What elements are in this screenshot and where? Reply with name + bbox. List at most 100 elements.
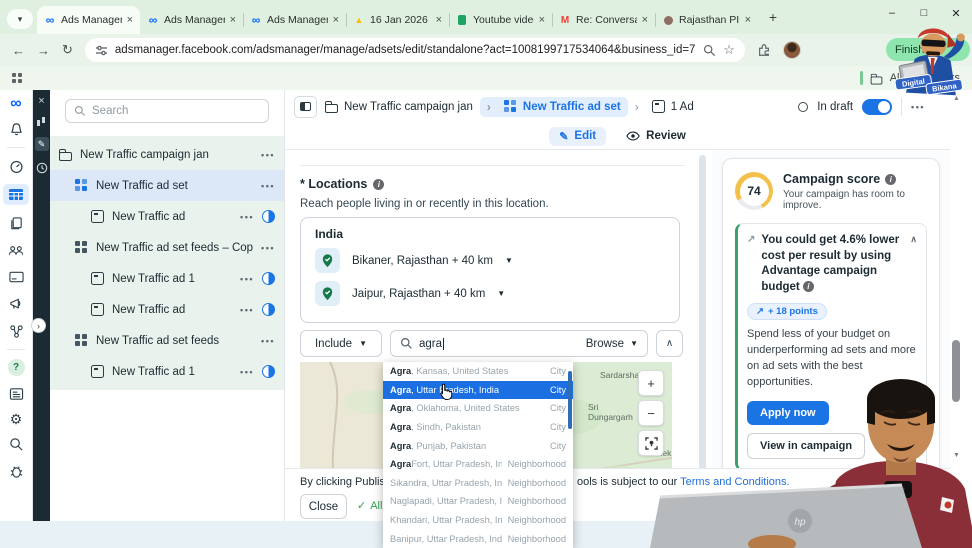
location-suggestion-item[interactable]: Agra , Uttar Pradesh, India City [383, 380, 573, 400]
pages-icon[interactable] [5, 214, 27, 232]
tree-row[interactable]: New Traffic ad [50, 201, 284, 232]
bookmark-star-icon[interactable]: ☆ [723, 42, 735, 58]
site-settings-icon[interactable] [95, 44, 108, 57]
tree-item-menu-icon[interactable] [240, 274, 254, 284]
tab-close-icon[interactable]: × [539, 14, 545, 26]
address-bar[interactable]: adsmanager.facebook.com/adsmanager/manag… [84, 38, 745, 62]
ads-megaphone-icon[interactable] [5, 295, 27, 313]
profile-avatar[interactable] [782, 41, 801, 59]
header-more-icon[interactable] [911, 102, 925, 112]
assets-nodes-icon[interactable] [5, 322, 27, 340]
toggle-sidebar-button[interactable] [294, 95, 317, 118]
search-rail-icon[interactable] [5, 435, 27, 453]
zoom-page-icon[interactable] [703, 44, 716, 57]
extensions-icon[interactable] [757, 43, 771, 57]
bug-report-icon[interactable] [5, 462, 27, 480]
tab-edit[interactable]: ✎ Edit [549, 126, 607, 146]
tree-item-menu-icon[interactable] [240, 305, 254, 315]
location-suggestion-item[interactable]: Agra , Punjab, Pakistan City [383, 436, 573, 455]
breadcrumb-item[interactable]: New Traffic ad set [479, 96, 628, 117]
refresh-icon[interactable]: ↻ [62, 42, 73, 58]
dropdown-scrollbar-thumb[interactable] [568, 371, 572, 429]
back-icon[interactable]: ← [12, 43, 25, 58]
forward-icon[interactable]: → [37, 43, 50, 58]
help-icon[interactable]: ? [7, 359, 25, 376]
tree-item-status-toggle-icon[interactable] [262, 272, 275, 285]
tab-search-chevron-icon[interactable]: ▾ [7, 9, 33, 29]
location-suggestion-item[interactable]: Naglapadi, Uttar Pradesh, India Neighbor… [383, 492, 573, 511]
tree-row[interactable]: New Traffic ad 1 [50, 356, 284, 387]
tab-close-icon[interactable]: × [333, 14, 339, 26]
location-suggestion-item[interactable]: Agra , Sindh, Pakistan City [383, 418, 573, 437]
location-suggestion-item[interactable]: Agra , Kansas, United States City [383, 362, 573, 381]
score-info-icon[interactable] [885, 173, 897, 185]
location-options-caret-icon[interactable]: ▼ [497, 289, 505, 298]
tree-item-menu-icon[interactable] [240, 212, 254, 222]
browser-tab[interactable]: 16 Jan 2026 - × [346, 6, 449, 34]
collapse-section-button[interactable]: ∧ [656, 330, 683, 357]
billing-card-icon[interactable] [5, 268, 27, 286]
browser-tab[interactable]: Ads Manager × [243, 6, 346, 34]
location-suggestion-item[interactable]: Sikandra, Uttar Pradesh, India Neighborh… [383, 474, 573, 493]
browser-tab[interactable]: Ads Manager × [37, 6, 140, 34]
meta-logo-icon[interactable]: ∞ [10, 96, 21, 112]
notifications-bell-icon[interactable] [5, 120, 27, 138]
audiences-people-icon[interactable] [5, 241, 27, 259]
tree-search-input[interactable]: Search [65, 99, 269, 123]
browser-tab[interactable]: Rajasthan PIN × [655, 6, 758, 34]
locations-info-icon[interactable] [373, 178, 385, 190]
browser-tab[interactable]: Ads Manager × [140, 6, 243, 34]
reporting-news-icon[interactable] [5, 385, 27, 403]
tree-item-status-toggle-icon[interactable] [262, 365, 275, 378]
browser-tab[interactable]: Re: Conversati × [552, 6, 655, 34]
edit-pencil-icon[interactable]: ✎ [34, 137, 49, 151]
close-button[interactable]: Close [300, 494, 347, 519]
settings-gear-icon[interactable]: ⚙ [10, 412, 23, 426]
tree-row[interactable]: New Traffic ad [50, 294, 284, 325]
location-suggestion-item[interactable]: Khandari, Uttar Pradesh, India Neighborh… [383, 511, 573, 530]
tree-row[interactable]: New Traffic ad 1 [50, 263, 284, 294]
tree-row[interactable]: New Traffic ad set feeds [50, 325, 284, 356]
apps-grid-icon[interactable] [12, 73, 22, 83]
tree-item-menu-icon[interactable] [261, 181, 275, 191]
tree-item-status-toggle-icon[interactable] [262, 303, 275, 316]
tree-row[interactable]: New Traffic ad set [50, 170, 284, 201]
tab-close-icon[interactable]: × [127, 14, 133, 26]
overview-gauge-icon[interactable] [5, 157, 27, 175]
tree-row[interactable]: New Traffic ad set feeds – Copy [50, 232, 284, 263]
location-search-field[interactable]: agra Browse ▼ [390, 330, 648, 357]
location-suggestion-item[interactable]: Agra Fort, Uttar Pradesh, India Neighbor… [383, 455, 573, 474]
window-close-button[interactable]: ✕ [940, 0, 972, 26]
include-dropdown[interactable]: Include ▼ [300, 330, 382, 357]
location-options-caret-icon[interactable]: ▼ [505, 256, 513, 265]
tree-item-menu-icon[interactable] [261, 150, 275, 160]
tree-item-menu-icon[interactable] [240, 367, 254, 377]
history-clock-icon[interactable] [36, 162, 48, 174]
breadcrumb-item[interactable]: New Traffic campaign jan [324, 100, 473, 113]
tab-close-icon[interactable]: × [745, 14, 751, 26]
campaigns-table-icon[interactable] [3, 184, 29, 205]
window-minimize-button[interactable]: – [876, 0, 908, 26]
browser-tab[interactable]: Youtube video × [449, 6, 552, 34]
tree-item-menu-icon[interactable] [261, 243, 275, 253]
tree-row[interactable]: New Traffic campaign jan [50, 139, 284, 170]
suggestion-info-icon[interactable] [802, 280, 814, 292]
close-panel-icon[interactable]: × [38, 96, 44, 107]
collapse-suggestion-icon[interactable]: ∧ [910, 233, 917, 295]
tab-close-icon[interactable]: × [436, 14, 442, 26]
selected-location-row[interactable]: Bikaner, Rajasthan + 40 km ▼ [315, 248, 665, 273]
selected-location-row[interactable]: Jaipur, Rajasthan + 40 km ▼ [315, 281, 665, 306]
adset-on-toggle[interactable] [862, 98, 893, 115]
window-maximize-button[interactable]: □ [908, 0, 940, 26]
expand-panel-chevron-icon[interactable]: › [31, 318, 46, 333]
tab-close-icon[interactable]: × [230, 14, 236, 26]
browse-button[interactable]: Browse ▼ [586, 338, 638, 350]
new-tab-button[interactable]: + [762, 6, 784, 28]
tree-item-status-toggle-icon[interactable] [262, 210, 275, 223]
location-suggestion-item[interactable]: Banipur, Uttar Pradesh, India Neighborho… [383, 529, 573, 548]
tree-item-menu-icon[interactable] [261, 336, 275, 346]
tab-review[interactable]: Review [626, 130, 686, 142]
tab-close-icon[interactable]: × [642, 14, 648, 26]
charts-bars-icon[interactable] [37, 117, 46, 126]
location-suggestion-item[interactable]: Agra , Oklahoma, United States City [383, 399, 573, 418]
